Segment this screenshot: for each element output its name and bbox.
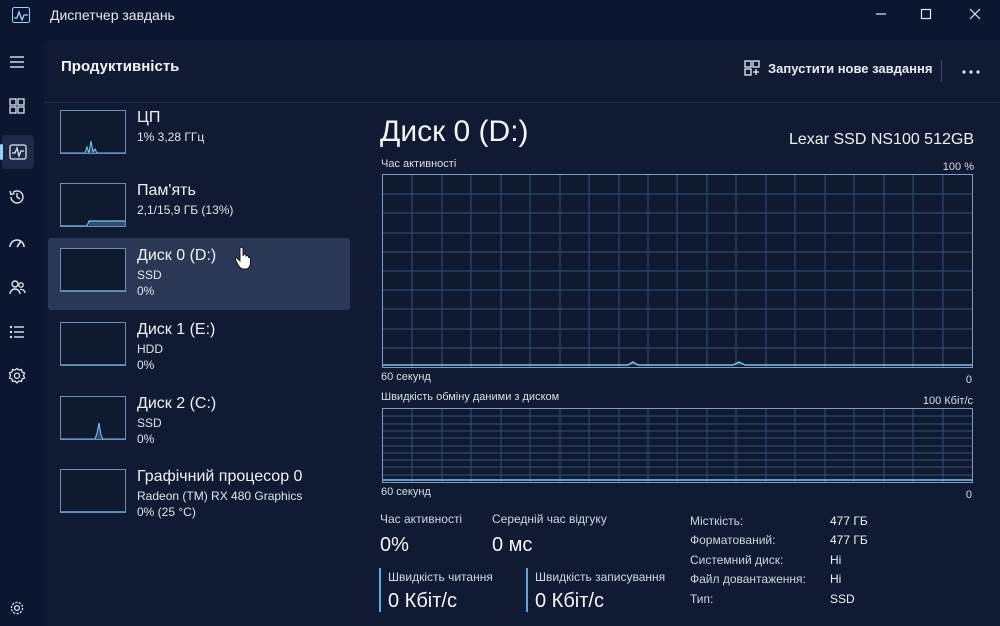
device-name: Пам'ять xyxy=(137,182,196,199)
transfer-graph xyxy=(382,408,973,483)
device-detail: 1% 3,28 ГГц xyxy=(137,130,205,144)
system-disk-value: Ні xyxy=(830,553,842,567)
toolbar-divider xyxy=(941,60,942,82)
write-speed-value: 0 Кбіт/с xyxy=(535,590,604,612)
disk-1-mini-graph xyxy=(60,322,126,366)
device-gpu-0[interactable]: Графічний процесор 0 Radeon (TM) RX 480 … xyxy=(48,459,350,531)
gpu-mini-graph xyxy=(60,469,126,513)
device-disk-2[interactable]: Диск 2 (C:) SSD 0% xyxy=(48,386,350,458)
device-usage: 0% xyxy=(137,284,155,298)
system-disk-label: Системний диск: xyxy=(690,553,784,567)
device-disk-1[interactable]: Диск 1 (E:) HDD 0% xyxy=(48,312,350,384)
disk-2-mini-graph xyxy=(60,396,126,440)
maximize-button[interactable] xyxy=(903,0,949,28)
device-name: ЦП xyxy=(137,109,161,126)
task-manager-app-icon xyxy=(12,7,30,23)
nav-startup-apps[interactable] xyxy=(0,225,34,259)
transfer-graph-label: Швидкість обміну даними з диском xyxy=(381,391,560,403)
activity-graph-min: 0 xyxy=(965,374,972,386)
activity-graph-time: 60 секунд xyxy=(381,371,431,383)
close-icon xyxy=(969,8,981,20)
disk-0-mini-graph xyxy=(60,248,126,292)
nav-processes[interactable] xyxy=(0,89,34,123)
performance-panel: Продуктивність Запустити нове завдання Ц… xyxy=(44,40,1000,626)
page-file-value: Ні xyxy=(830,572,842,586)
minimize-button[interactable] xyxy=(858,0,904,28)
device-model: Radeon (TM) RX 480 Graphics xyxy=(137,489,303,503)
read-speed-value: 0 Кбіт/с xyxy=(388,590,457,612)
device-name: Графічний процесор 0 xyxy=(137,468,303,485)
nav-details[interactable] xyxy=(0,315,34,349)
device-memory[interactable]: Пам'ять 2,1/15,9 ГБ (13%) xyxy=(48,173,350,245)
activity-stat-value: 0% xyxy=(380,534,409,556)
users-icon xyxy=(9,280,26,295)
type-label: Тип: xyxy=(690,592,714,606)
hamburger-menu-icon xyxy=(10,56,24,68)
disk-title: Диск 0 (D:) xyxy=(380,115,529,148)
device-type: SSD xyxy=(137,416,162,430)
device-name: Диск 2 (C:) xyxy=(137,395,217,412)
nav-menu-button[interactable] xyxy=(0,45,34,79)
minimize-icon xyxy=(876,13,886,15)
transfer-graph-max: 100 Кбіт/с xyxy=(922,395,973,407)
maximize-icon xyxy=(920,8,932,20)
type-value: SSD xyxy=(830,592,855,606)
startup-apps-icon xyxy=(9,239,25,248)
nav-services[interactable] xyxy=(0,359,34,393)
memory-mini-graph xyxy=(60,183,126,227)
device-name: Диск 0 (D:) xyxy=(137,247,217,264)
app-history-icon xyxy=(9,190,24,204)
device-type: HDD xyxy=(137,342,163,356)
device-name: Диск 1 (E:) xyxy=(137,321,216,338)
settings-icon xyxy=(10,601,24,615)
page-file-label: Файл довантаження: xyxy=(690,572,806,586)
activity-graph xyxy=(382,174,973,368)
device-type: SSD xyxy=(137,268,162,282)
device-cpu[interactable]: ЦП 1% 3,28 ГГц xyxy=(48,100,350,172)
new-task-icon xyxy=(744,60,760,76)
response-time-value: 0 мс xyxy=(492,534,533,556)
run-new-task-button[interactable]: Запустити нове завдання xyxy=(744,60,932,76)
cpu-mini-graph xyxy=(60,110,126,154)
write-speed-label: Швидкість записування xyxy=(535,570,666,584)
details-icon xyxy=(9,325,24,339)
navigation-rail xyxy=(0,32,34,626)
more-options-icon xyxy=(962,70,980,74)
nav-settings[interactable] xyxy=(0,591,34,625)
disk-model: Lexar SSD NS100 512GB xyxy=(789,131,974,148)
run-new-task-label: Запустити нове завдання xyxy=(768,60,933,76)
response-time-label: Середній час відгуку xyxy=(492,512,607,526)
transfer-graph-min: 0 xyxy=(965,489,972,501)
read-speed-accent-bar xyxy=(379,568,381,612)
more-options-button[interactable] xyxy=(956,62,986,82)
device-detail: 2,1/15,9 ГБ (13%) xyxy=(137,203,234,217)
formatted-value: 477 ГБ xyxy=(830,533,868,547)
capacity-label: Місткість: xyxy=(690,514,744,528)
device-usage: 0% xyxy=(137,358,155,372)
device-disk-0[interactable]: Диск 0 (D:) SSD 0% xyxy=(48,238,350,310)
write-speed-accent-bar xyxy=(526,568,528,612)
page-title: Продуктивність xyxy=(61,58,180,75)
nav-app-history[interactable] xyxy=(0,180,34,214)
formatted-label: Форматований: xyxy=(690,533,776,547)
activity-graph-label: Час активності xyxy=(381,158,457,170)
device-usage: 0% xyxy=(137,432,155,446)
services-icon xyxy=(8,367,26,384)
window-title: Диспетчер завдань xyxy=(50,7,175,23)
read-speed-label: Швидкість читання xyxy=(388,570,493,584)
performance-icon xyxy=(9,144,27,160)
nav-users[interactable] xyxy=(0,270,34,304)
capacity-value: 477 ГБ xyxy=(830,514,868,528)
device-usage: 0% (25 °C) xyxy=(137,505,196,519)
activity-graph-max: 100 % xyxy=(942,161,974,173)
transfer-graph-time: 60 секунд xyxy=(381,486,431,498)
processes-icon xyxy=(9,98,25,114)
activity-stat-label: Час активності xyxy=(380,512,463,526)
nav-performance[interactable] xyxy=(0,135,34,169)
title-bar: Диспетчер завдань xyxy=(0,0,1000,32)
close-button[interactable] xyxy=(952,0,998,28)
mouse-cursor-hand-icon xyxy=(235,246,251,270)
